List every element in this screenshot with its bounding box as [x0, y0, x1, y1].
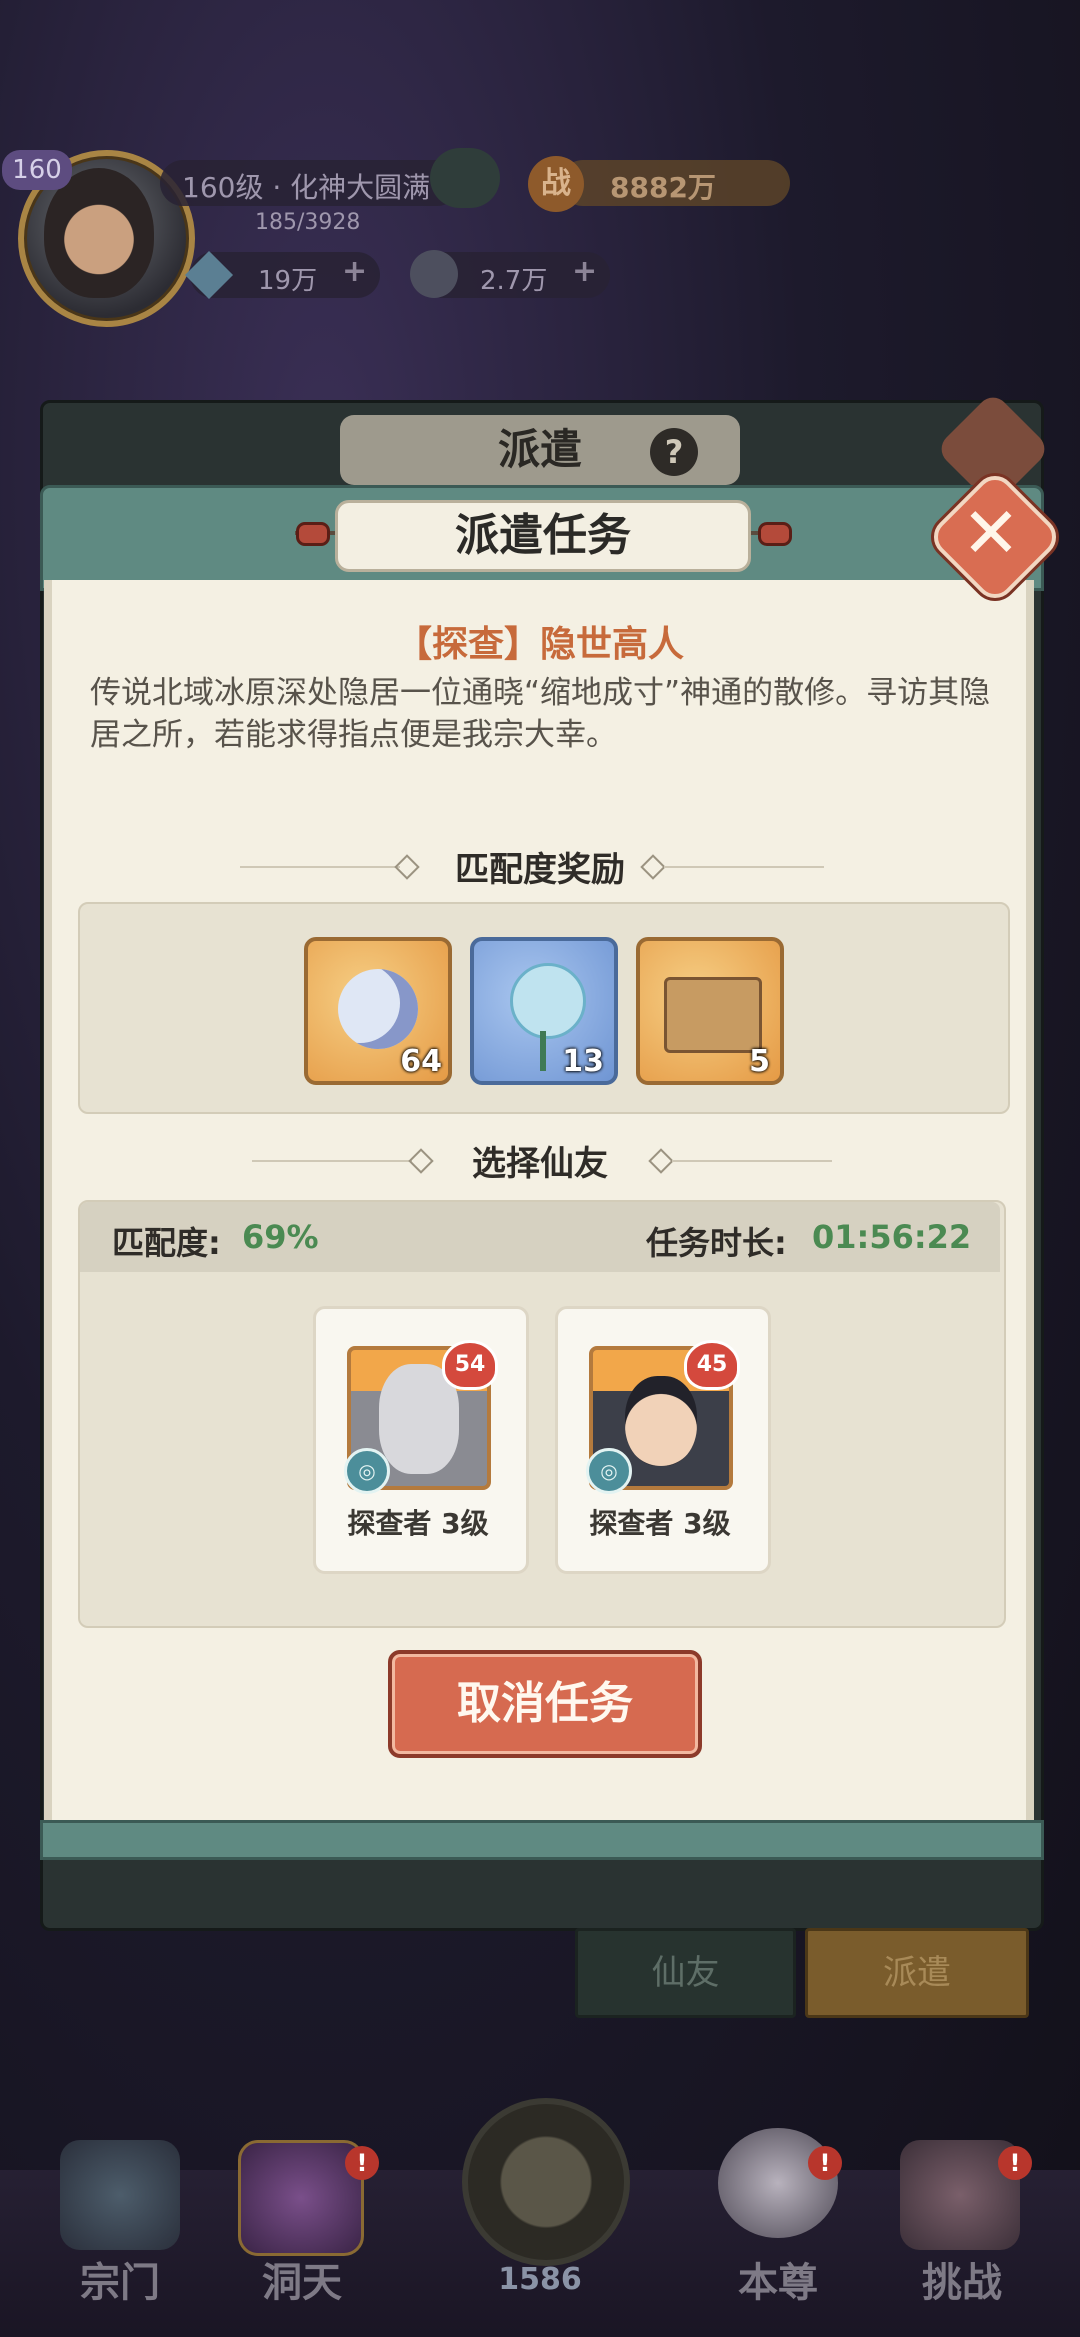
- spirit-crescent-icon: [338, 969, 418, 1049]
- nav-challenge[interactable]: 挑战: [882, 2250, 1042, 2308]
- duration-value: 01:56:22: [812, 1218, 972, 1256]
- divider-right: [672, 1160, 832, 1162]
- tab-friends[interactable]: 仙友: [575, 1928, 796, 2018]
- cauldron-icon[interactable]: [430, 148, 500, 208]
- reward-count: 64: [400, 1044, 442, 1079]
- dialog-footer: [40, 1820, 1044, 1860]
- tab-dispatch[interactable]: 派遣: [805, 1928, 1029, 2018]
- title-knot-left: [296, 522, 330, 546]
- currency1-add-button[interactable]: +: [342, 254, 367, 289]
- friend-role-label: 探查者 3级: [347, 1507, 489, 1540]
- friend-level-badge: 54: [442, 1340, 498, 1390]
- reward-item-3[interactable]: 5: [636, 937, 784, 1085]
- reward-item-2[interactable]: 13: [470, 937, 618, 1085]
- alert-badge-icon: !: [808, 2146, 842, 2180]
- rewards-header: 匹配度奖励: [455, 850, 625, 890]
- duration-label: 任务时长:: [646, 1224, 787, 1262]
- power-value: 8882万: [610, 171, 716, 204]
- match-value: 69%: [242, 1218, 319, 1256]
- cultivate-center-button[interactable]: [462, 2098, 630, 2266]
- player-level-badge: 160: [2, 150, 72, 190]
- mission-description: 传说北域冰原深处隐居一位通晓“缩地成寸”神通的散修。寻访其隐居之所，若能求得指点…: [90, 675, 991, 753]
- cancel-mission-button[interactable]: 取消任务: [388, 1650, 702, 1758]
- currency2-value: 2.7万: [480, 266, 548, 296]
- friend-role-label: 探查者 3级: [589, 1507, 731, 1540]
- reward-count: 13: [562, 1044, 604, 1079]
- young-face: [625, 1376, 697, 1466]
- spirit-coin-icon: [410, 250, 458, 298]
- treasure-chest-icon: [664, 977, 762, 1053]
- power-icon: 战: [528, 156, 584, 212]
- realm-text: 160级 · 化神大圆满: [182, 171, 431, 204]
- sect-icon[interactable]: [60, 2140, 180, 2250]
- alert-badge-icon: !: [345, 2146, 379, 2180]
- currency2-add-button[interactable]: +: [572, 254, 597, 289]
- divider-right: [664, 866, 824, 868]
- nav-self[interactable]: 本尊: [698, 2250, 858, 2308]
- help-icon[interactable]: ?: [650, 428, 698, 476]
- scout-role-icon: ◎: [586, 1448, 632, 1494]
- match-label: 匹配度:: [112, 1224, 221, 1262]
- rose-stem: [540, 1031, 546, 1071]
- reward-item-1[interactable]: 64: [304, 937, 452, 1085]
- title-knot-right: [758, 522, 792, 546]
- reward-count: 5: [749, 1044, 770, 1079]
- spirit-stone-count: 1586: [498, 2262, 582, 2297]
- close-icon[interactable]: ✕: [946, 488, 1036, 578]
- nav-cave-realm[interactable]: 洞天: [222, 2250, 382, 2308]
- exp-text: 185/3928: [255, 210, 361, 235]
- friend-level-badge: 45: [684, 1340, 740, 1390]
- nav-sect[interactable]: 宗门: [40, 2250, 200, 2308]
- alert-badge-icon: !: [998, 2146, 1032, 2180]
- ice-rose-icon: [510, 963, 586, 1039]
- scout-role-icon: ◎: [344, 1448, 390, 1494]
- mission-title: 【探查】隐世高人: [395, 624, 684, 665]
- currency1-value: 19万: [258, 266, 318, 296]
- friends-header: 选择仙友: [472, 1144, 608, 1184]
- dialog-title: 派遣任务: [335, 500, 751, 572]
- self-avatar-icon[interactable]: [718, 2128, 838, 2238]
